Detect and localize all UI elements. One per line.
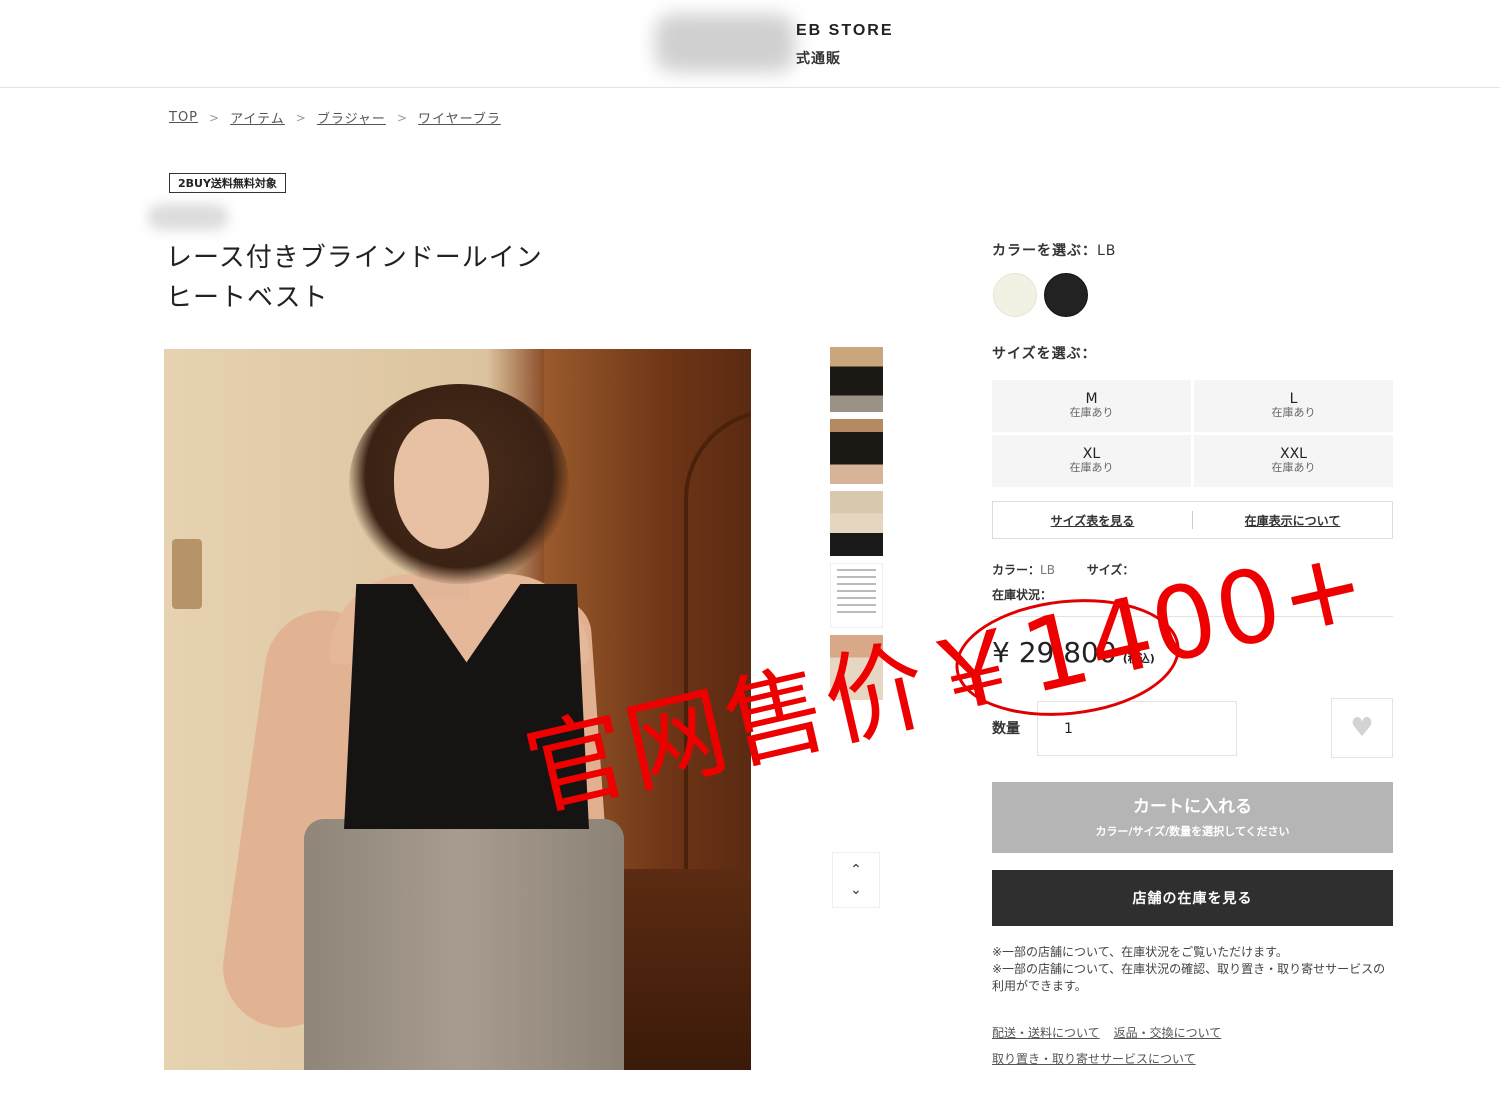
size-option-m[interactable]: M 在庫あり — [992, 380, 1191, 432]
thumbnail-scroll[interactable]: ⌃ ⌄ — [832, 852, 880, 908]
store-name[interactable]: EB STORE — [796, 22, 894, 40]
color-selected-value: LB — [1097, 243, 1117, 259]
site-header: EB STORE 式通販 — [0, 0, 1500, 88]
size-option-xxl[interactable]: XXL 在庫あり — [1194, 435, 1393, 487]
size-stock: 在庫あり — [1069, 406, 1114, 419]
thumbnail-2[interactable] — [830, 419, 883, 484]
cart-button-sublabel: カラー/サイズ/数量を選択してください — [1095, 824, 1290, 838]
size-name: XL — [1082, 446, 1101, 462]
size-option-l[interactable]: L 在庫あり — [1194, 380, 1393, 432]
footer-links: 配送・送料について 返品・交換について 取り置き・取り寄せサービスについて — [992, 1020, 1235, 1072]
color-label: カラーを選ぶ：LB — [992, 240, 1116, 260]
size-grid: M 在庫あり L 在庫あり XL 在庫あり XXL 在庫あり — [992, 380, 1393, 487]
chevron-right-icon: > — [396, 110, 407, 125]
blurred-brand — [148, 204, 228, 230]
heart-icon: ♥ — [1350, 713, 1374, 743]
breadcrumb-wire-bra[interactable]: ワイヤーブラ — [418, 108, 501, 127]
size-stock: 在庫あり — [1271, 406, 1316, 419]
cart-button-label: カートに入れる — [1133, 796, 1252, 817]
product-title-line2: ヒートベスト — [166, 283, 329, 313]
breadcrumb-top[interactable]: TOP — [169, 110, 198, 125]
chevron-down-icon[interactable]: ⌄ — [850, 880, 862, 900]
reservation-service-link[interactable]: 取り置き・取り寄せサービスについて — [992, 1052, 1196, 1066]
size-name: M — [1085, 391, 1098, 407]
size-stock: 在庫あり — [1271, 461, 1316, 474]
blurred-logo — [655, 14, 795, 72]
size-chart-link[interactable]: サイズ表を見る — [993, 512, 1192, 529]
size-label: サイズを選ぶ： — [992, 346, 1097, 362]
returns-link[interactable]: 返品・交換について — [1114, 1026, 1222, 1040]
color-swatch-white[interactable] — [993, 273, 1037, 317]
color-label-text: カラーを選ぶ： — [992, 243, 1097, 259]
size-stock: 在庫あり — [1069, 461, 1114, 474]
free-shipping-badge: 2BUY送料無料対象 — [169, 173, 286, 193]
notes: ※一部の店舗について、在庫状況をご覧いただけます。 ※一部の店舗について、在庫状… — [992, 944, 1393, 995]
shipping-link[interactable]: 配送・送料について — [992, 1026, 1100, 1040]
breadcrumb: TOP > アイテム > ブラジャー > ワイヤーブラ — [169, 108, 501, 127]
image-face — [394, 419, 489, 549]
note-1: ※一部の店舗について、在庫状況をご覧いただけます。 — [992, 945, 1288, 959]
image-pants — [304, 819, 624, 1070]
note-2: ※一部の店舗について、在庫状況の確認、取り置き・取り寄せサービスの利用ができます… — [992, 962, 1386, 993]
store-stock-button[interactable]: 店舗の在庫を見る — [992, 870, 1393, 926]
add-to-cart-button[interactable]: カートに入れる カラー/サイズ/数量を選択してください — [992, 782, 1393, 853]
color-swatch-black[interactable] — [1044, 273, 1088, 317]
chevron-up-icon[interactable]: ⌃ — [850, 860, 862, 880]
size-name: L — [1289, 391, 1298, 407]
size-option-xl[interactable]: XL 在庫あり — [992, 435, 1191, 487]
favorite-button[interactable]: ♥ — [1331, 698, 1393, 758]
chevron-right-icon: > — [295, 110, 306, 125]
store-subtitle: 式通販 — [796, 51, 841, 67]
size-name: XXL — [1280, 446, 1307, 462]
breadcrumb-item[interactable]: アイテム — [230, 108, 285, 127]
chevron-right-icon: > — [209, 110, 220, 125]
product-title: レース付きブラインドールイン ヒートベスト — [166, 238, 586, 318]
thumbnail-3[interactable] — [830, 491, 883, 556]
product-title-line1: レース付きブラインドールイン — [166, 243, 543, 273]
breadcrumb-bra[interactable]: ブラジャー — [317, 108, 386, 127]
thumbnail-1[interactable] — [830, 347, 883, 412]
image-ornament — [172, 539, 202, 609]
